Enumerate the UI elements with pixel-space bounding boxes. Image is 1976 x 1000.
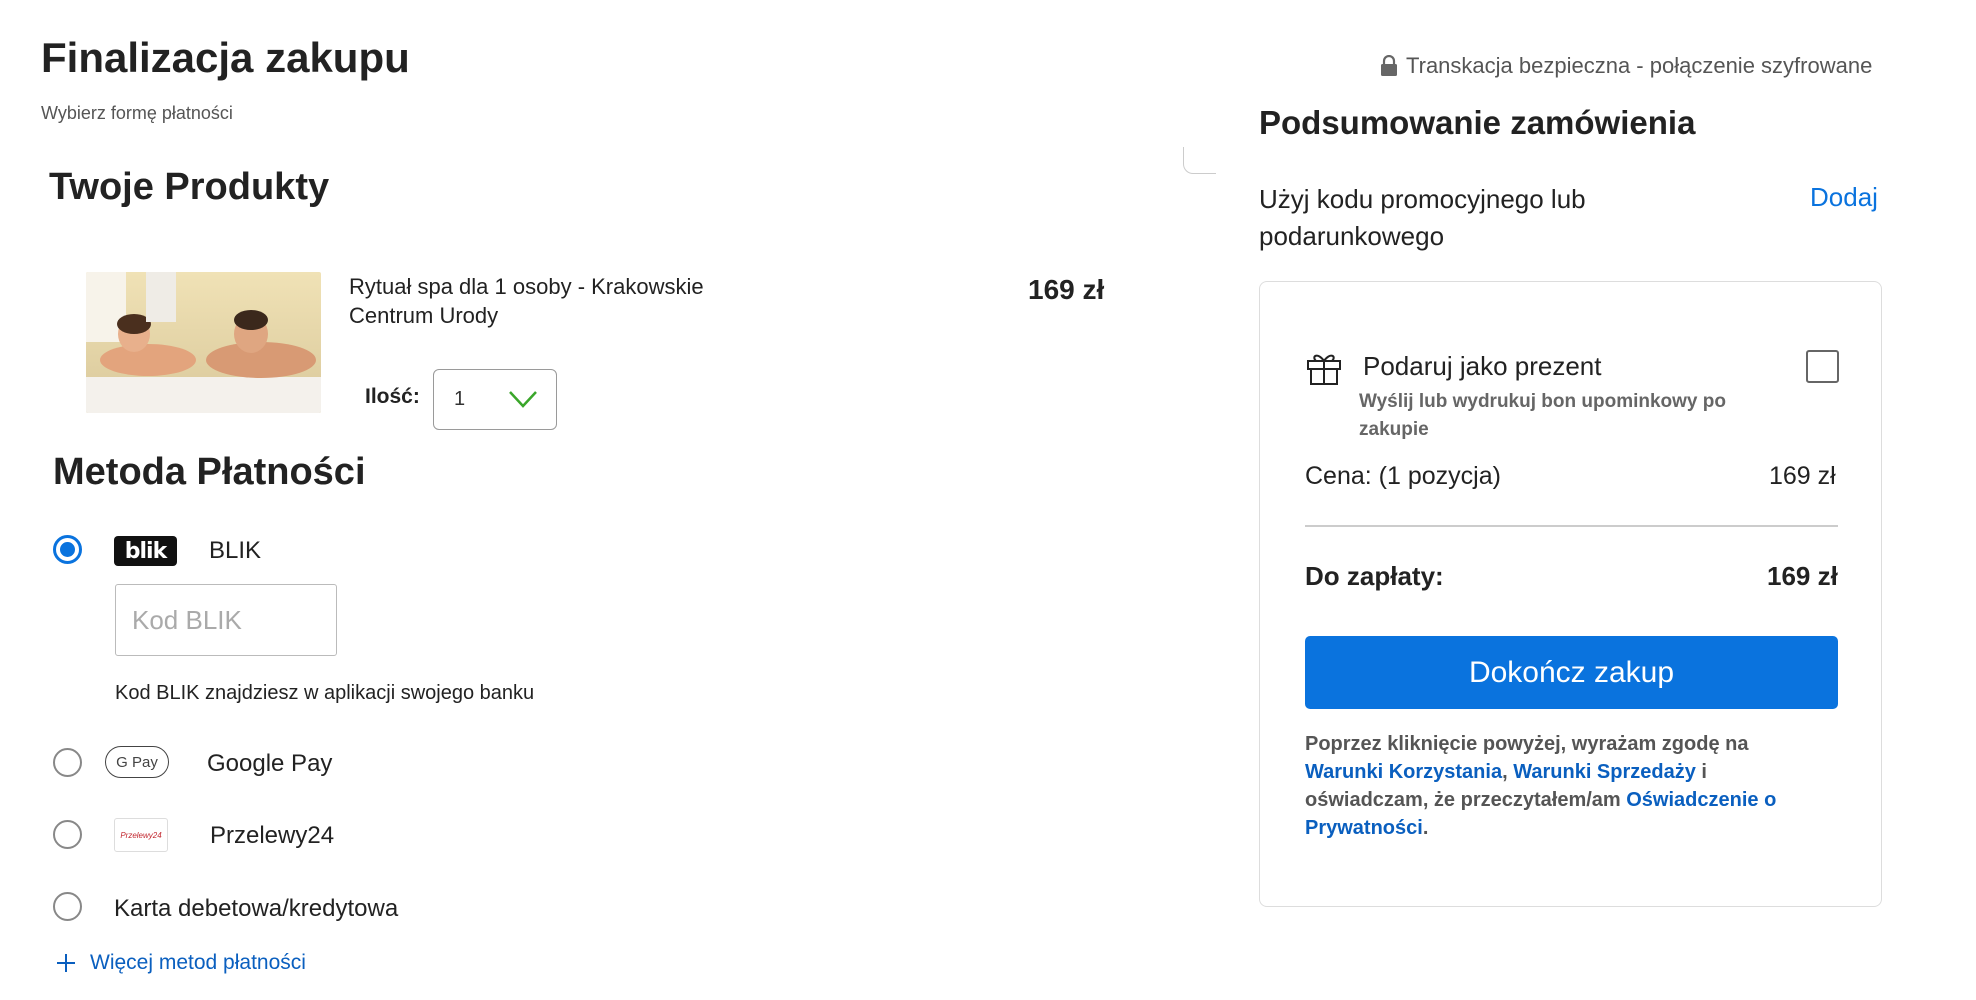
payment-label-blik: BLIK: [209, 537, 262, 564]
quantity-select[interactable]: 1: [433, 369, 557, 430]
blik-logo: blik: [114, 536, 177, 566]
payment-label-card: Karta debetowa/kredytowa: [114, 895, 399, 922]
radio-google-pay[interactable]: [53, 748, 82, 777]
quantity-value: 1: [454, 388, 466, 410]
terms-text-1: Poprzez kliknięcie powyżej, wyrażam zgod…: [1305, 733, 1749, 755]
radio-przelewy24[interactable]: [53, 820, 82, 849]
summary-divider: [1305, 525, 1838, 527]
secure-transaction-note: Transkacja bezpieczna - połączenie szyfr…: [1380, 53, 1872, 79]
add-promo-code-link[interactable]: Dodaj: [1810, 182, 1878, 213]
product-price: 169 zł: [1028, 274, 1105, 305]
payment-label-google-pay: Google Pay: [207, 750, 333, 777]
total-label: Do zapłaty:: [1305, 561, 1444, 591]
terms-notice: Poprzez kliknięcie powyżej, wyrażam zgod…: [1305, 730, 1825, 842]
radio-blik[interactable]: [53, 535, 82, 564]
przelewy24-logo: Przelewy24: [114, 818, 168, 852]
promo-code-text: Użyj kodu promocyjnego lub podarunkowego: [1259, 184, 1586, 251]
decorative-corner: [1183, 147, 1216, 174]
more-methods-label: Więcej metod płatności: [90, 951, 306, 974]
price-value: 169 zł: [1769, 462, 1836, 490]
gift-option-title: Podaruj jako prezent: [1363, 351, 1602, 381]
lock-icon: [1381, 55, 1397, 76]
more-payment-methods-link[interactable]: Więcej metod płatności: [56, 951, 306, 975]
product-image: [86, 272, 321, 413]
page-title: Finalizacja zakupu: [41, 34, 410, 81]
gift-checkbox[interactable]: [1806, 350, 1839, 383]
page-subtitle: Wybierz formę płatności: [41, 103, 233, 123]
google-pay-logo: G Pay: [105, 746, 169, 778]
blik-code-input[interactable]: [115, 584, 337, 656]
terms-sep: ,: [1502, 761, 1514, 783]
payment-method-title: Metoda Płatności: [53, 451, 366, 493]
radio-card[interactable]: [53, 892, 82, 921]
blik-hint: Kod BLIK znajdziesz w aplikacji swojego …: [115, 682, 535, 704]
terms-text-3: .: [1422, 817, 1429, 839]
secure-note-text: Transkacja bezpieczna - połączenie szyfr…: [1406, 53, 1873, 78]
gift-icon: [1307, 354, 1341, 385]
gift-option-description: Wyślij lub wydrukuj bon upominkowy po za…: [1359, 391, 1726, 440]
plus-icon: [57, 954, 75, 972]
product-name: Rytuał spa dla 1 osoby - Krakowskie Cent…: [349, 274, 704, 328]
products-title: Twoje Produkty: [49, 166, 330, 208]
quantity-label: Ilość:: [365, 385, 420, 408]
price-label: Cena: (1 pozycja): [1305, 462, 1501, 490]
chevron-down-icon: [509, 391, 537, 408]
complete-purchase-button[interactable]: Dokończ zakup: [1305, 636, 1838, 709]
terms-of-use-link[interactable]: Warunki Korzystania: [1305, 761, 1502, 783]
order-summary-title: Podsumowanie zamówienia: [1259, 104, 1696, 141]
terms-of-sale-link[interactable]: Warunki Sprzedaży: [1513, 761, 1696, 783]
total-value: 169 zł: [1767, 561, 1838, 591]
payment-label-przelewy24: Przelewy24: [210, 822, 335, 849]
